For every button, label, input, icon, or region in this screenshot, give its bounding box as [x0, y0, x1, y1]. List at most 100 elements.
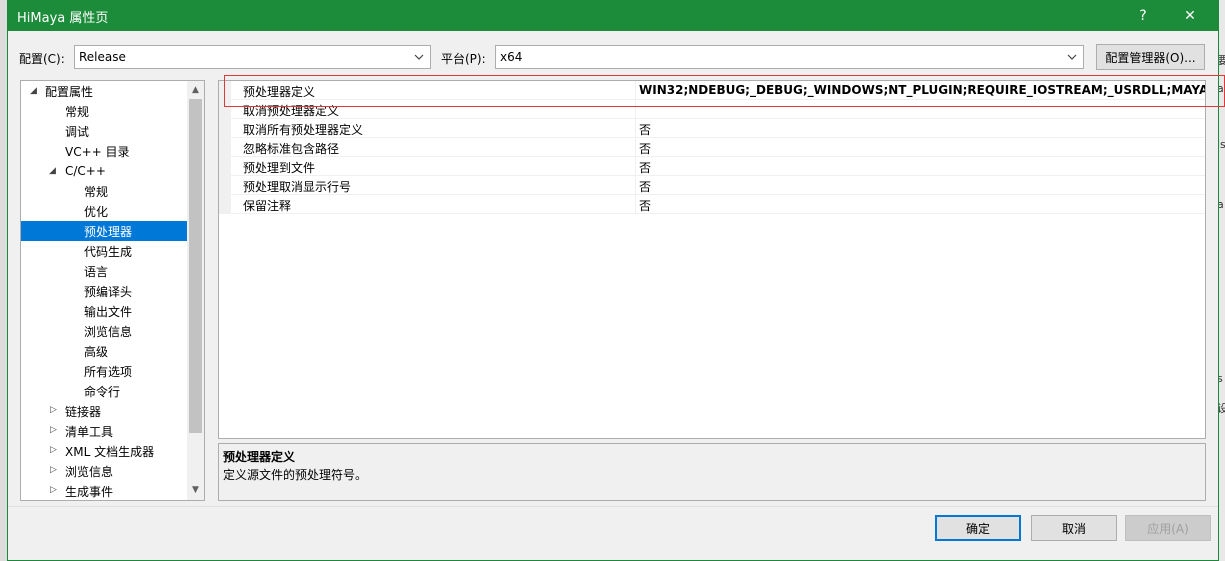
collapsed-arrow-icon[interactable]: ▷: [50, 445, 60, 455]
tree-item-vc-directories[interactable]: VC++ 目录: [21, 141, 187, 161]
property-name: 保留注释: [243, 199, 292, 213]
tree-item-all-options[interactable]: 所有选项: [21, 361, 187, 381]
tree-item-label: 语言: [84, 264, 109, 279]
tree-item-cpp[interactable]: ◢ C/C++: [21, 161, 187, 181]
collapsed-arrow-icon[interactable]: ▷: [50, 485, 60, 495]
tree-item-label: 清单工具: [65, 424, 114, 439]
property-name: 预处理到文件: [243, 161, 316, 175]
description-text: 定义源文件的预处理符号。: [223, 468, 368, 482]
property-row[interactable]: 预处理器定义 WIN32;NDEBUG;_DEBUG;_WINDOWS;NT_P…: [219, 81, 1205, 100]
property-tree[interactable]: ◢ 配置属性 常规 调试 VC++ 目录 ◢ C/C++ 常规 优化 预处理器 …: [20, 80, 205, 501]
tree-item-label: 浏览信息: [65, 464, 114, 479]
tree-item-browse-info[interactable]: 浏览信息: [21, 321, 187, 341]
property-name: 预处理器定义: [243, 85, 316, 99]
property-name: 取消所有预处理器定义: [243, 123, 364, 137]
property-value[interactable]: 否: [639, 159, 651, 176]
platform-label: 平台(P):: [441, 52, 486, 66]
tree-item-manifest-tool[interactable]: ▷ 清单工具: [21, 421, 187, 441]
row-gutter: [219, 176, 231, 195]
property-row[interactable]: 取消预处理器定义: [219, 100, 1205, 119]
tree-item-xml-doc-generator[interactable]: ▷ XML 文档生成器: [21, 441, 187, 461]
tree-item-label: 命令行: [84, 384, 121, 399]
property-row[interactable]: 取消所有预处理器定义 否: [219, 119, 1205, 138]
column-separator: [635, 100, 636, 119]
tree-item-command-line[interactable]: 命令行: [21, 381, 187, 401]
property-row[interactable]: 预处理取消显示行号 否: [219, 176, 1205, 195]
scrollbar-thumb[interactable]: [189, 99, 202, 433]
platform-select[interactable]: x64: [495, 45, 1084, 69]
platform-value: x64: [500, 50, 523, 64]
ok-button[interactable]: 确定: [935, 515, 1021, 541]
row-gutter: [219, 81, 231, 100]
tree-item-label: 生成事件: [65, 484, 114, 499]
tree-item-label: 调试: [65, 124, 90, 139]
property-name: 忽略标准包含路径: [243, 142, 340, 156]
property-value[interactable]: 否: [639, 197, 651, 214]
property-pages-dialog: HiMaya 属性页 ? ✕ 配置(C): Release 平台(P): x64…: [7, 0, 1219, 561]
description-title: 预处理器定义: [223, 450, 296, 464]
config-select[interactable]: Release: [74, 45, 431, 69]
row-gutter: [219, 157, 231, 176]
row-gutter: [219, 195, 231, 214]
apply-button[interactable]: 应用(A): [1125, 515, 1211, 541]
property-value[interactable]: 否: [639, 178, 651, 195]
tree-item-general[interactable]: 常规: [21, 101, 187, 121]
tree-item-code-generation[interactable]: 代码生成: [21, 241, 187, 261]
property-row[interactable]: 忽略标准包含路径 否: [219, 138, 1205, 157]
tree-item-label: 高级: [84, 344, 109, 359]
tree-item-label: 常规: [84, 184, 109, 199]
tree-item-config-properties[interactable]: ◢ 配置属性: [21, 81, 187, 101]
scroll-up-icon[interactable]: ▲: [190, 85, 201, 96]
property-value[interactable]: 否: [639, 121, 651, 138]
tree-item-linker[interactable]: ▷ 链接器: [21, 401, 187, 421]
column-separator: [635, 176, 636, 195]
tree-item-label: XML 文档生成器: [65, 444, 155, 459]
config-manager-button[interactable]: 配置管理器(O)...: [1096, 44, 1205, 70]
description-panel: 预处理器定义 定义源文件的预处理符号。: [218, 443, 1206, 501]
property-name: 取消预处理器定义: [243, 104, 340, 118]
column-separator: [635, 157, 636, 176]
tree-item-label: 常规: [65, 104, 90, 119]
column-separator: [635, 195, 636, 214]
collapsed-arrow-icon[interactable]: ▷: [50, 425, 60, 435]
config-value: Release: [79, 50, 126, 64]
column-separator: [635, 119, 636, 138]
collapsed-arrow-icon[interactable]: ▷: [50, 405, 60, 415]
row-gutter: [219, 100, 231, 119]
tree-item-label: 配置属性: [45, 84, 94, 99]
tree-item-label: 链接器: [65, 404, 102, 419]
expanded-arrow-icon[interactable]: ◢: [49, 166, 59, 176]
cancel-button[interactable]: 取消: [1031, 515, 1117, 541]
tree-item-label: 输出文件: [84, 304, 133, 319]
help-button[interactable]: ?: [1123, 0, 1163, 31]
tree-item-optimization[interactable]: 优化: [21, 201, 187, 221]
property-row[interactable]: 预处理到文件 否: [219, 157, 1205, 176]
tree-item-language[interactable]: 语言: [21, 261, 187, 281]
collapsed-arrow-icon[interactable]: ▷: [50, 465, 60, 475]
tree-item-build-events[interactable]: ▷ 生成事件: [21, 481, 187, 500]
scroll-down-icon[interactable]: ▼: [190, 485, 201, 496]
row-gutter: [219, 119, 231, 138]
tree-item-debugging[interactable]: 调试: [21, 121, 187, 141]
tree-scrollbar[interactable]: ▲ ▼: [187, 81, 204, 500]
tree-item-label: 预编译头: [84, 284, 133, 299]
tree-item-advanced[interactable]: 高级: [21, 341, 187, 361]
close-button[interactable]: ✕: [1170, 0, 1210, 31]
tree-item-preprocessor[interactable]: 预处理器: [21, 221, 187, 241]
property-name: 预处理取消显示行号: [243, 180, 352, 194]
divider: [8, 506, 1218, 507]
tree-item-browse-information[interactable]: ▷ 浏览信息: [21, 461, 187, 481]
property-value[interactable]: 否: [639, 140, 651, 157]
tree-item-label: 浏览信息: [84, 324, 133, 339]
title-bar[interactable]: HiMaya 属性页 ? ✕: [8, 0, 1218, 31]
property-value[interactable]: WIN32;NDEBUG;_DEBUG;_WINDOWS;NT_PLUGIN;R…: [639, 83, 1205, 97]
tree-item-output-files[interactable]: 输出文件: [21, 301, 187, 321]
property-row[interactable]: 保留注释 否: [219, 195, 1205, 214]
config-label: 配置(C):: [19, 52, 65, 66]
tree-item-precompiled-headers[interactable]: 预编译头: [21, 281, 187, 301]
chevron-down-icon: [1067, 54, 1077, 60]
tree-item-label: VC++ 目录: [65, 144, 130, 159]
tree-item-cpp-general[interactable]: 常规: [21, 181, 187, 201]
expanded-arrow-icon[interactable]: ◢: [30, 86, 40, 96]
chevron-down-icon: [414, 54, 424, 60]
